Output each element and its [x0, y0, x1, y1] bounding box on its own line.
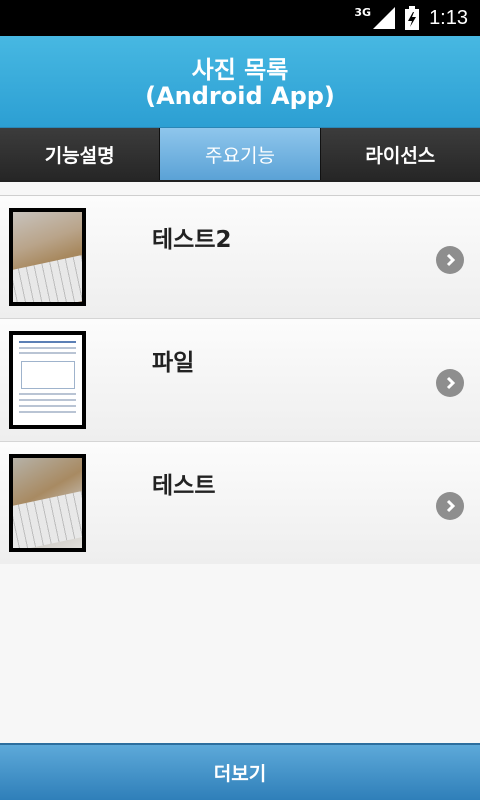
chevron-right-circle-icon[interactable] [436, 369, 464, 397]
document-thumbnail [9, 331, 86, 429]
chevron-right-circle-icon[interactable] [436, 492, 464, 520]
list-item[interactable]: 파일 [0, 319, 480, 442]
page-subtitle: (Android App) [145, 82, 335, 110]
list-item-title: 파일 [152, 350, 195, 376]
app-header: 사진 목록 (Android App) [0, 36, 480, 128]
tab-main-features[interactable]: 주요기능 [160, 128, 321, 180]
list-item[interactable]: 테스트 [0, 442, 480, 564]
list-item[interactable]: 테스트2 [0, 196, 480, 319]
signal-icon [373, 7, 396, 29]
tab-features-description[interactable]: 기능설명 [0, 128, 161, 180]
tab-license[interactable]: 라이선스 [320, 128, 480, 180]
battery-icon [405, 6, 420, 30]
network-type: 3G [354, 5, 372, 19]
photo-thumbnail [9, 454, 86, 552]
status-bar: 3G 1:13 [0, 0, 480, 36]
chevron-right-circle-icon[interactable] [436, 246, 464, 274]
more-button[interactable]: 더보기 [0, 743, 480, 800]
list-item-title: 테스트 [152, 473, 216, 499]
page-title: 사진 목록 [191, 56, 289, 84]
photo-thumbnail [9, 208, 86, 306]
clock: 1:13 [429, 6, 468, 29]
list-item-title: 테스트2 [152, 227, 232, 253]
photo-list: 테스트2 파일 테스트 [0, 195, 480, 564]
tab-bar: 기능설명 주요기능 라이선스 [0, 128, 480, 182]
